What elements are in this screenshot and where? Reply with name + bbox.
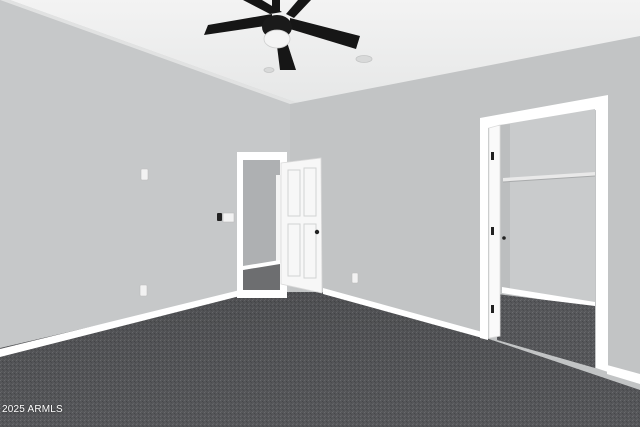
recessed-light-icon bbox=[355, 55, 373, 63]
outlet-icon[interactable] bbox=[351, 272, 359, 284]
outlet-icon[interactable] bbox=[139, 284, 148, 297]
closet-doorway[interactable] bbox=[480, 95, 608, 372]
bedroom-door[interactable] bbox=[280, 157, 323, 294]
watermark: 2025 ARMLS bbox=[2, 404, 63, 415]
closet-knob-icon[interactable] bbox=[502, 236, 506, 240]
thermostat-icon[interactable] bbox=[217, 212, 235, 223]
light-switch-icon[interactable] bbox=[140, 168, 149, 181]
recessed-light-icon bbox=[263, 67, 275, 73]
door-knob-icon[interactable] bbox=[314, 229, 320, 235]
room-photo: 2025 ARMLS bbox=[0, 0, 640, 427]
hallway-doorway[interactable] bbox=[237, 152, 287, 298]
room-scene bbox=[0, 0, 640, 427]
